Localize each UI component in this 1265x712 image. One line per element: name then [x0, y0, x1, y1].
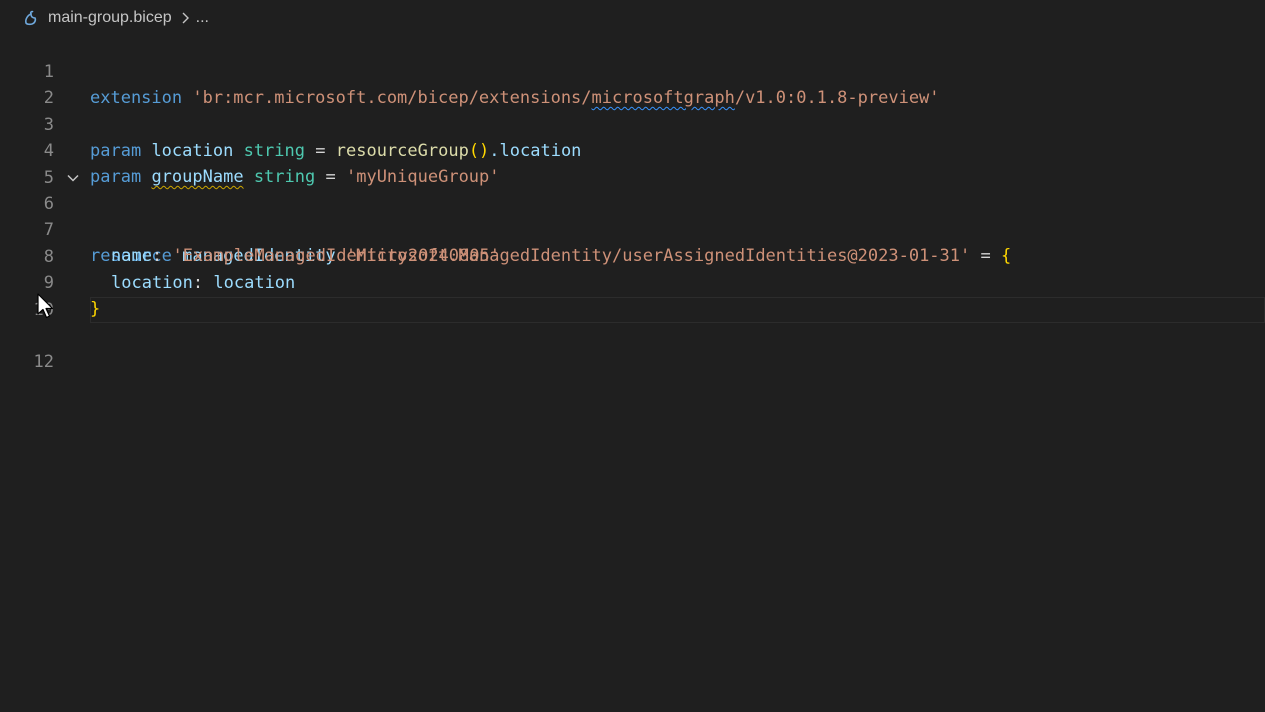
chevron-right-icon [180, 11, 190, 25]
code-line-2[interactable]: 2 [0, 59, 1265, 85]
code-editor[interactable]: 1 extension 'br:mcr.microsoft.com/bicep/… [0, 33, 1265, 712]
breadcrumb: main-group.bicep ... [22, 6, 209, 30]
breadcrumb-symbol-ellipsis[interactable]: ... [196, 9, 209, 27]
chevron-down-icon[interactable] [66, 171, 80, 185]
code-line-5[interactable]: 5 [0, 139, 1265, 165]
code-line-12[interactable]: 12 [0, 323, 1265, 349]
code-line-4[interactable]: 4 param groupName string = 'myUniqueGrou… [0, 112, 1265, 138]
code-line-7[interactable]: 7 name: 'ExampleManagedIdentity20240805' [0, 191, 1265, 217]
mouse-pointer-icon [36, 293, 56, 321]
code-line-3[interactable]: 3 param location string = resourceGroup(… [0, 86, 1265, 112]
line-number: 12 [0, 349, 54, 375]
code-line-9[interactable]: 9 } [0, 244, 1265, 270]
code-line-10[interactable]: 10 [0, 271, 1265, 297]
code-line-1[interactable]: 1 extension 'br:mcr.microsoft.com/bicep/… [0, 33, 1265, 59]
code-line-11[interactable] [0, 297, 1265, 323]
code-line-6[interactable]: 6 resource managedIdentity 'Microsoft.Ma… [0, 165, 1265, 191]
code-line-8[interactable]: 8 location: location [0, 218, 1265, 244]
bicep-file-icon [22, 9, 40, 27]
breadcrumb-file-name[interactable]: main-group.bicep [48, 9, 172, 27]
